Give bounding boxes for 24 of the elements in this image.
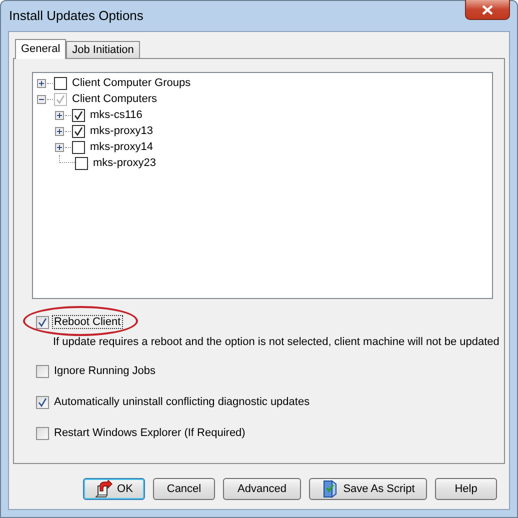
button[interactable]: Advanced [223,478,301,500]
checkbox[interactable] [36,426,49,440]
checkbox-label[interactable]: Automatically uninstall conflicting diagnostic updates [52,395,312,409]
button[interactable]: Save As Script [309,478,427,500]
run-icon [95,480,114,498]
script-icon [321,480,340,498]
checkbox-label[interactable]: Restart Windows Explorer (If Required) [52,426,248,440]
tab[interactable]: Job Initiation [66,41,140,58]
button[interactable]: OK [83,478,145,500]
checkbox[interactable] [54,76,67,90]
tree-item-label[interactable]: Client Computer Groups [72,77,191,89]
checkbox[interactable] [36,364,49,378]
checkbox[interactable] [36,316,49,328]
expand-toggle[interactable] [37,78,46,88]
button[interactable]: Cancel [153,478,215,500]
checkbox-label[interactable]: Reboot Client [52,315,123,329]
tab[interactable]: General [15,39,66,59]
close-button[interactable] [465,0,510,20]
close-icon [482,4,493,14]
window-title: Install Updates Options [8,8,144,22]
button[interactable]: Help [435,478,497,500]
checkbox[interactable] [36,396,49,408]
checkbox-label[interactable]: Ignore Running Jobs [52,364,158,378]
hint-text: If update requires a reboot and the option is not selected, client machine will not be updated [53,335,500,349]
